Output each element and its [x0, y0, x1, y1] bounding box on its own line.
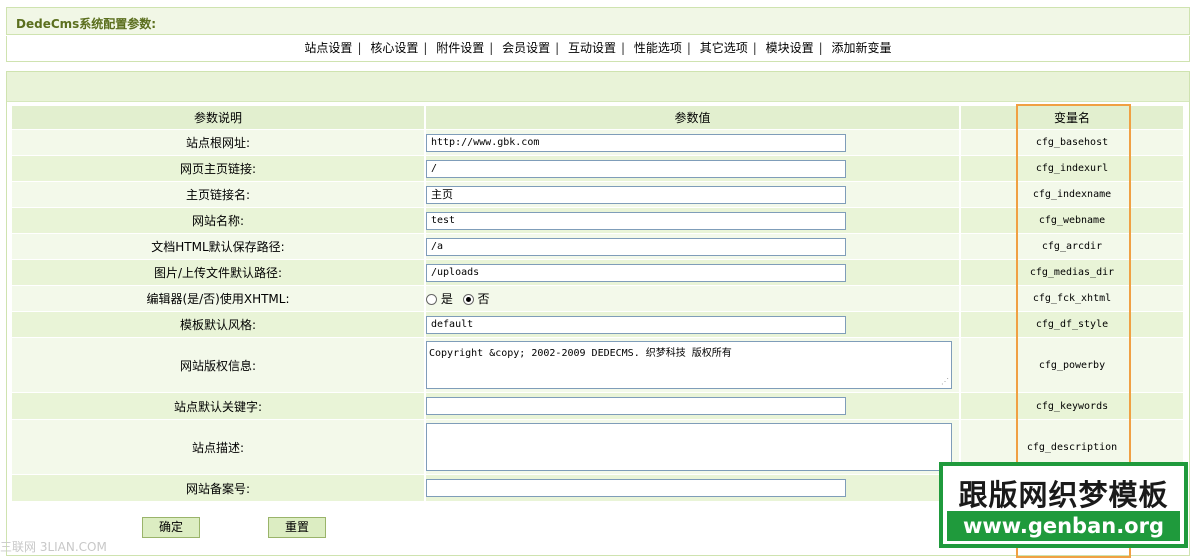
- var-name: cfg_keywords: [960, 392, 1185, 420]
- settings-nav: 站点设置 | 核心设置 | 附件设置 | 会员设置 | 互动设置 | 性能选项 | 其它选项…: [6, 36, 1190, 62]
- powerby-text: Copyright &copy; 2002-2009 DEDECMS. 织梦科技…: [429, 348, 732, 359]
- df-style-input[interactable]: default: [426, 315, 846, 334]
- nav-separator: |: [357, 41, 362, 55]
- xhtml-no-label: 否: [477, 292, 490, 306]
- indexname-input[interactable]: 主页: [426, 185, 846, 204]
- xhtml-yes-radio[interactable]: [426, 294, 437, 305]
- confirm-button[interactable]: 确定: [142, 517, 200, 538]
- row-label: 站点描述:: [12, 419, 426, 475]
- xhtml-yes-label: 是: [440, 292, 453, 306]
- var-name: cfg_arcdir: [960, 233, 1185, 260]
- var-name: cfg_basehost: [960, 129, 1185, 156]
- var-name: cfg_webname: [960, 207, 1185, 234]
- row-label: 网站名称:: [12, 207, 426, 234]
- watermark-line2: www.genban.org: [947, 511, 1180, 541]
- table-row: 网站名称: test cfg_webname: [12, 207, 1185, 234]
- table-row: 文档HTML默认保存路径: /a cfg_arcdir: [12, 233, 1185, 260]
- watermark-line1: 跟版网织梦模板: [958, 478, 1169, 512]
- table-row: 网站版权信息: Copyright &copy; 2002-2009 DEDEC…: [12, 337, 1185, 393]
- tab-member-settings[interactable]: 会员设置: [502, 41, 550, 55]
- nav-separator: |: [489, 41, 494, 55]
- row-label: 模板默认风格:: [12, 311, 426, 338]
- xhtml-no-radio[interactable]: [462, 294, 474, 305]
- row-label: 站点根网址:: [12, 129, 426, 156]
- page-title-bar: DedeCms系统配置参数:: [6, 7, 1190, 35]
- var-name: cfg_fck_xhtml: [960, 285, 1185, 312]
- watermark-logo: 跟版网织梦模板 www.genban.org: [939, 462, 1188, 548]
- row-label: 编辑器(是/否)使用XHTML:: [12, 285, 426, 312]
- medias-dir-input[interactable]: /uploads: [426, 263, 846, 282]
- page-title: DedeCms系统配置参数:: [16, 17, 157, 31]
- var-name: cfg_df_style: [960, 311, 1185, 338]
- basehost-input[interactable]: http://www.gbk.com: [426, 133, 846, 152]
- row-label: 文档HTML默认保存路径:: [12, 233, 426, 260]
- description-textarea[interactable]: [426, 423, 952, 471]
- tab-performance-options[interactable]: 性能选项: [634, 41, 682, 55]
- nav-separator: |: [752, 41, 757, 55]
- resize-grip-icon[interactable]: ⋰: [941, 377, 949, 386]
- nav-separator: |: [621, 41, 626, 55]
- beian-input[interactable]: [426, 479, 846, 497]
- indexurl-input[interactable]: /: [426, 159, 846, 178]
- arcdir-input[interactable]: /a: [426, 237, 846, 256]
- var-name: cfg_medias_dir: [960, 259, 1185, 286]
- webname-input[interactable]: test: [426, 211, 846, 230]
- config-table: 参数说明 参数值 变量名 站点根网址: http://www.gbk.com c…: [12, 106, 1185, 502]
- column-header-var: 变量名: [960, 106, 1185, 130]
- var-name: cfg_powerby: [960, 337, 1185, 393]
- table-row: 网页主页链接: / cfg_indexurl: [12, 155, 1185, 182]
- column-header-desc: 参数说明: [12, 106, 426, 130]
- row-label: 网页主页链接:: [12, 155, 426, 182]
- row-label: 图片/上传文件默认路径:: [12, 259, 426, 286]
- reset-button[interactable]: 重置: [268, 517, 326, 538]
- nav-separator: |: [423, 41, 428, 55]
- nav-separator: |: [686, 41, 691, 55]
- table-row: 主页链接名: 主页 cfg_indexname: [12, 181, 1185, 208]
- row-label: 主页链接名:: [12, 181, 426, 208]
- table-header-row: 参数说明 参数值 变量名: [12, 106, 1185, 130]
- row-label: 站点默认关键字:: [12, 392, 426, 420]
- row-label: 网站备案号:: [12, 474, 426, 502]
- var-name: cfg_indexname: [960, 181, 1185, 208]
- config-panel-header: [7, 72, 1189, 102]
- corner-watermark: 三联网 3LIAN.COM: [0, 540, 107, 554]
- tab-module-settings[interactable]: 模块设置: [766, 41, 814, 55]
- tab-interaction-settings[interactable]: 互动设置: [568, 41, 616, 55]
- tab-attachment-settings[interactable]: 附件设置: [436, 41, 484, 55]
- table-row: 站点默认关键字: cfg_keywords: [12, 392, 1185, 420]
- table-row: 模板默认风格: default cfg_df_style: [12, 311, 1185, 338]
- table-row: 编辑器(是/否)使用XHTML: 是 否 cfg_fck_xhtml: [12, 285, 1185, 312]
- tab-core-settings[interactable]: 核心设置: [370, 41, 418, 55]
- powerby-textarea[interactable]: Copyright &copy; 2002-2009 DEDECMS. 织梦科技…: [426, 341, 952, 389]
- nav-separator: |: [555, 41, 560, 55]
- var-name: cfg_indexurl: [960, 155, 1185, 182]
- row-label: 网站版权信息:: [12, 337, 426, 393]
- table-row: 图片/上传文件默认路径: /uploads cfg_medias_dir: [12, 259, 1185, 286]
- tab-site-settings[interactable]: 站点设置: [304, 41, 352, 55]
- tab-add-variable[interactable]: 添加新变量: [832, 41, 892, 55]
- keywords-input[interactable]: [426, 397, 846, 415]
- column-header-value: 参数值: [425, 106, 961, 130]
- nav-separator: |: [818, 41, 823, 55]
- tab-other-options[interactable]: 其它选项: [700, 41, 748, 55]
- table-row: 站点根网址: http://www.gbk.com cfg_basehost: [12, 129, 1185, 156]
